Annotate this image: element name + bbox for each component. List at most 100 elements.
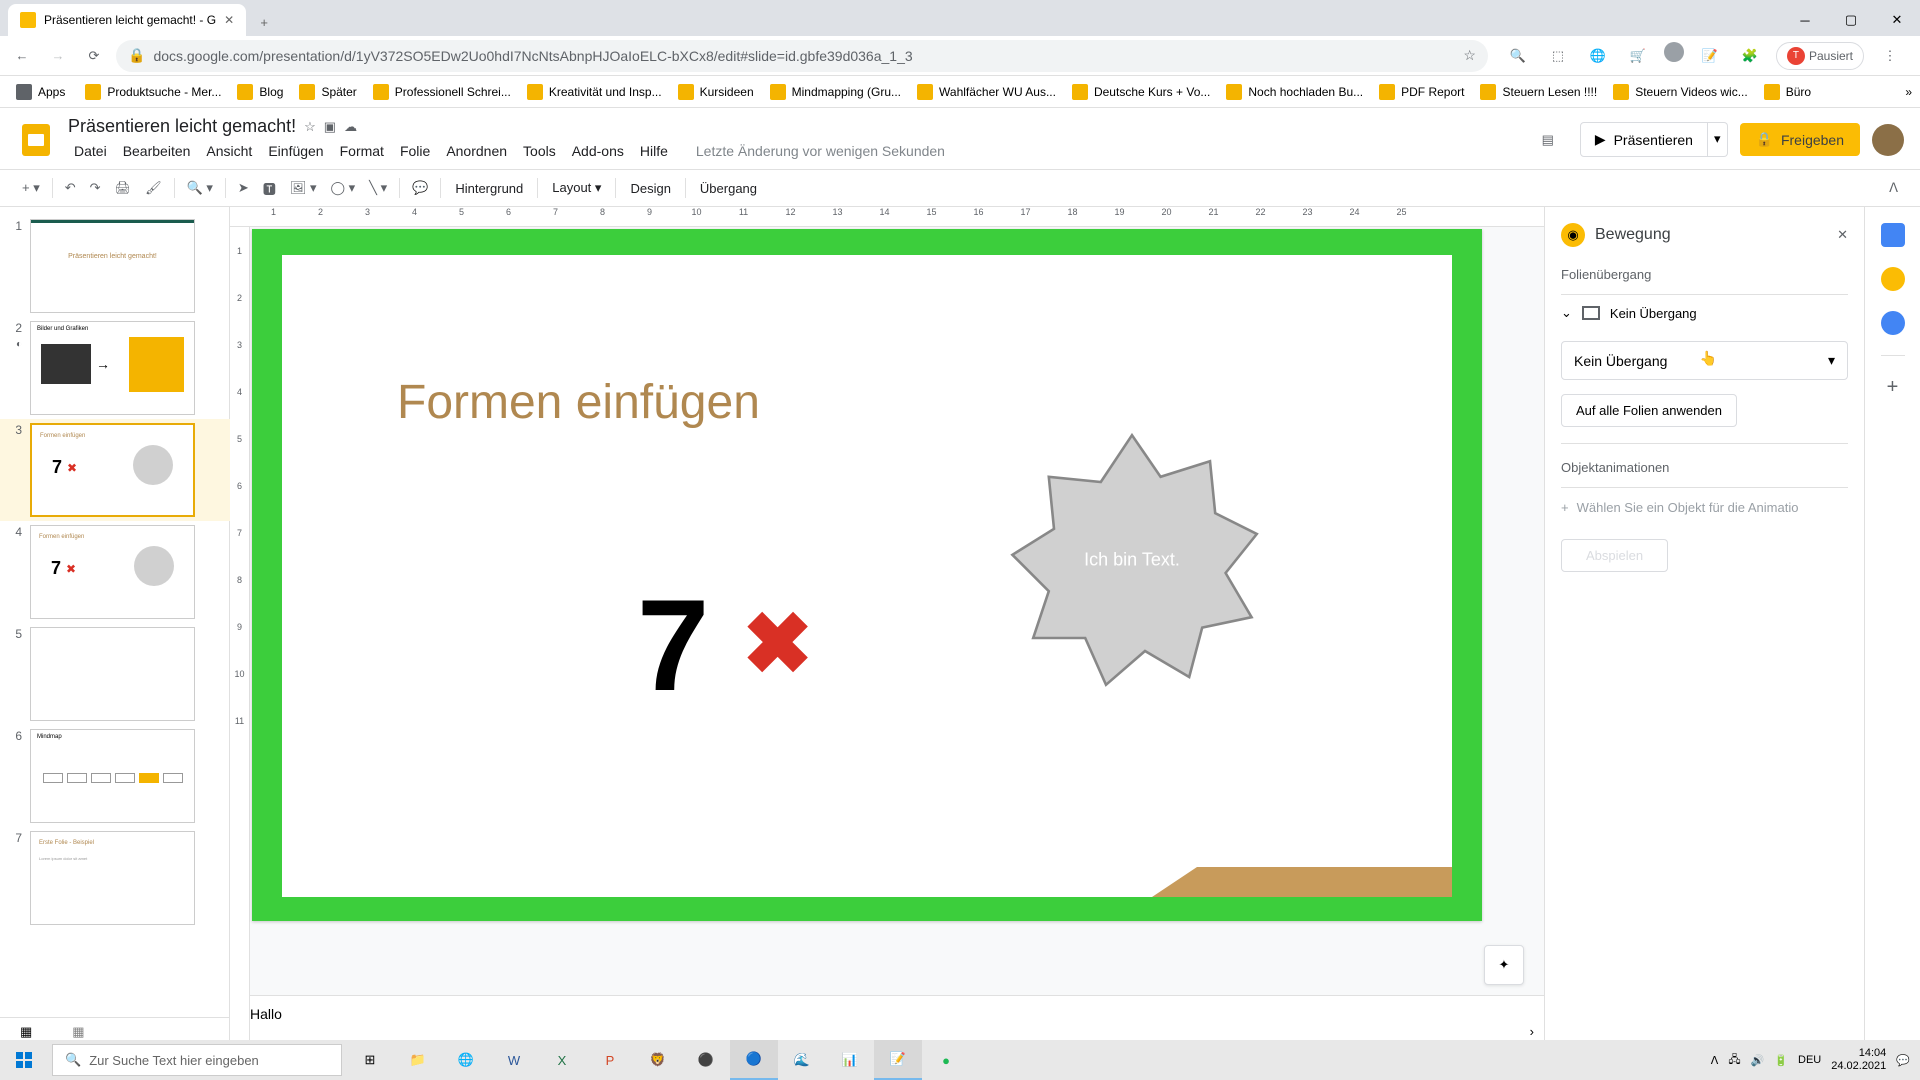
slide-thumbnail[interactable]: Formen einfügen7✖ xyxy=(30,525,195,619)
taskbar-search[interactable]: 🔍 Zur Suche Text hier eingeben xyxy=(52,1044,342,1076)
paint-format-button[interactable]: 🖌 xyxy=(139,176,168,200)
slide-canvas[interactable]: Formen einfügen 7 ✖ Ich bin Text. xyxy=(252,229,1482,921)
explorer-icon[interactable]: 📁 xyxy=(394,1040,442,1080)
obs-icon[interactable]: ⚫ xyxy=(682,1040,730,1080)
bookmark-item[interactable]: Später xyxy=(291,80,364,104)
apply-all-button[interactable]: Auf alle Folien anwenden xyxy=(1561,394,1737,427)
bookmark-item[interactable]: Mindmapping (Gru... xyxy=(762,80,909,104)
bookmark-item[interactable]: Professionell Schrei... xyxy=(365,80,519,104)
redo-button[interactable]: ↷ xyxy=(84,176,107,200)
slide-thumb-row[interactable]: 5 xyxy=(0,623,230,725)
bookmark-item[interactable]: Wahlfächer WU Aus... xyxy=(909,80,1064,104)
pause-profile-button[interactable]: T Pausiert xyxy=(1776,42,1864,70)
explore-button[interactable]: ✦ xyxy=(1484,945,1524,985)
present-button[interactable]: ▶ Präsentieren xyxy=(1580,122,1708,157)
slide-thumb-row[interactable]: 7Erste Folie - BeispielLorem ipsum dolor… xyxy=(0,827,230,929)
background-button[interactable]: Hintergrund xyxy=(447,177,531,200)
x-shape[interactable]: ✖ xyxy=(742,595,813,694)
slide-thumbnail[interactable]: Bilder und Grafiken→ xyxy=(30,321,195,415)
circle-ext-icon[interactable] xyxy=(1664,42,1684,62)
comments-button[interactable]: ▤ xyxy=(1528,120,1568,160)
bookmark-item[interactable]: Kreativität und Insp... xyxy=(519,80,670,104)
edge-icon[interactable]: 🌊 xyxy=(778,1040,826,1080)
star-shape[interactable]: Ich bin Text. xyxy=(1002,430,1262,690)
slide-thumb-row[interactable]: 2◐Bilder und Grafiken→ xyxy=(0,317,230,419)
battery-icon[interactable]: 🔋 xyxy=(1774,1054,1788,1067)
present-dropdown-button[interactable]: ▾ xyxy=(1708,122,1728,157)
add-app-icon[interactable]: + xyxy=(1887,376,1899,399)
menu-tools[interactable]: Tools xyxy=(517,139,562,163)
slide-thumbnail[interactable] xyxy=(30,627,195,721)
bookmark-item[interactable]: Noch hochladen Bu... xyxy=(1218,80,1371,104)
slide-thumbnail[interactable]: Formen einfügen7✖ xyxy=(30,423,195,517)
grid-view-icon[interactable]: ▦ xyxy=(72,1024,84,1040)
next-slide-arrow[interactable]: › xyxy=(1530,1024,1534,1039)
bookmark-item[interactable]: Produktsuche - Mer... xyxy=(77,80,229,104)
user-avatar[interactable] xyxy=(1872,124,1904,156)
keep-app-icon[interactable] xyxy=(1881,267,1905,291)
calendar-app-icon[interactable] xyxy=(1881,223,1905,247)
browser-tab[interactable]: Präsentieren leicht gemacht! - G ✕ xyxy=(8,4,246,36)
design-button[interactable]: Design xyxy=(622,177,678,200)
note-ext-icon[interactable]: 📝 xyxy=(1696,42,1724,70)
new-slide-button[interactable]: + ▾ xyxy=(16,176,46,200)
play-button[interactable]: Abspielen xyxy=(1561,539,1668,572)
bookmark-item[interactable]: Deutsche Kurs + Vo... xyxy=(1064,80,1218,104)
share-button[interactable]: 🔒 Freigeben xyxy=(1740,123,1860,156)
volume-icon[interactable]: 🔊 xyxy=(1751,1054,1765,1067)
bookmarks-overflow-icon[interactable]: » xyxy=(1905,85,1912,99)
slides-logo-icon[interactable] xyxy=(16,120,56,160)
textbox-button[interactable]: 🆃 xyxy=(257,175,282,202)
clock[interactable]: 14:04 24.02.2021 xyxy=(1831,1047,1886,1073)
menu-hilfe[interactable]: Hilfe xyxy=(634,139,674,163)
menu-add-ons[interactable]: Add-ons xyxy=(566,139,630,163)
slide-thumb-row[interactable]: 3Formen einfügen7✖ xyxy=(0,419,230,521)
move-doc-icon[interactable]: ▣ xyxy=(324,119,336,135)
seven-shape[interactable]: 7 xyxy=(637,570,709,720)
slide-thumb-row[interactable]: 1Präsentieren leicht gemacht! xyxy=(0,215,230,317)
reload-button[interactable]: ⟳ xyxy=(80,42,108,70)
translate-icon[interactable]: 🌐 xyxy=(1584,42,1612,70)
forward-button[interactable]: → xyxy=(44,42,72,70)
transition-button[interactable]: Übergang xyxy=(692,177,765,200)
apps-button[interactable]: Apps xyxy=(8,80,73,104)
spotify-icon[interactable]: ● xyxy=(922,1040,970,1080)
extension-icon[interactable]: ⬚ xyxy=(1544,42,1572,70)
collapse-toolbar-button[interactable]: ᐱ xyxy=(1883,176,1904,200)
task-view-icon[interactable]: ⊞ xyxy=(346,1040,394,1080)
layout-button[interactable]: Layout ▾ xyxy=(544,176,609,200)
powerpoint-icon[interactable]: P xyxy=(586,1040,634,1080)
select-tool-button[interactable]: ➤ xyxy=(232,176,255,200)
menu-format[interactable]: Format xyxy=(334,139,390,163)
star-doc-icon[interactable]: ☆ xyxy=(304,119,316,135)
cart-ext-icon[interactable]: 🛒 xyxy=(1624,42,1652,70)
tray-chevron-icon[interactable]: ᐱ xyxy=(1711,1054,1719,1067)
slide-thumbnail[interactable]: Präsentieren leicht gemacht! xyxy=(30,219,195,313)
slide-thumb-row[interactable]: 4Formen einfügen7✖ xyxy=(0,521,230,623)
zoom-icon[interactable]: 🔍 xyxy=(1504,42,1532,70)
transition-dropdown[interactable]: Kein Übergang 👆 ▾ xyxy=(1561,341,1848,380)
edge-legacy-icon[interactable]: 🌐 xyxy=(442,1040,490,1080)
maximize-button[interactable]: ▢ xyxy=(1828,4,1874,36)
minimize-button[interactable]: ─ xyxy=(1782,4,1828,36)
puzzle-ext-icon[interactable]: 🧩 xyxy=(1736,42,1764,70)
bookmark-item[interactable]: Büro xyxy=(1756,80,1819,104)
print-button[interactable]: 🖨 xyxy=(109,176,138,200)
line-button[interactable]: ╲ ▾ xyxy=(363,176,393,200)
cloud-status-icon[interactable]: ☁ xyxy=(344,119,357,135)
chrome-icon[interactable]: 🔵 xyxy=(730,1040,778,1080)
slide-title-text[interactable]: Formen einfügen xyxy=(397,375,760,430)
bookmark-item[interactable]: Kursideen xyxy=(670,80,762,104)
app1-icon[interactable]: 📊 xyxy=(826,1040,874,1080)
network-icon[interactable]: 🖧 xyxy=(1728,1051,1740,1070)
zoom-button[interactable]: 🔍 ▾ xyxy=(181,176,219,200)
close-tab-icon[interactable]: ✕ xyxy=(224,13,234,27)
transition-row[interactable]: ⌄ Kein Übergang xyxy=(1561,294,1848,331)
doc-title[interactable]: Präsentieren leicht gemacht! xyxy=(68,116,296,137)
slide-thumbnail[interactable]: Erste Folie - BeispielLorem ipsum dolor … xyxy=(30,831,195,925)
address-bar[interactable]: 🔒 docs.google.com/presentation/d/1yV372S… xyxy=(116,40,1488,72)
image-button[interactable]: 🖼 ▾ xyxy=(284,176,323,200)
back-button[interactable]: ← xyxy=(8,42,36,70)
undo-button[interactable]: ↶ xyxy=(59,176,82,200)
star-bookmark-icon[interactable]: ☆ xyxy=(1463,47,1476,64)
